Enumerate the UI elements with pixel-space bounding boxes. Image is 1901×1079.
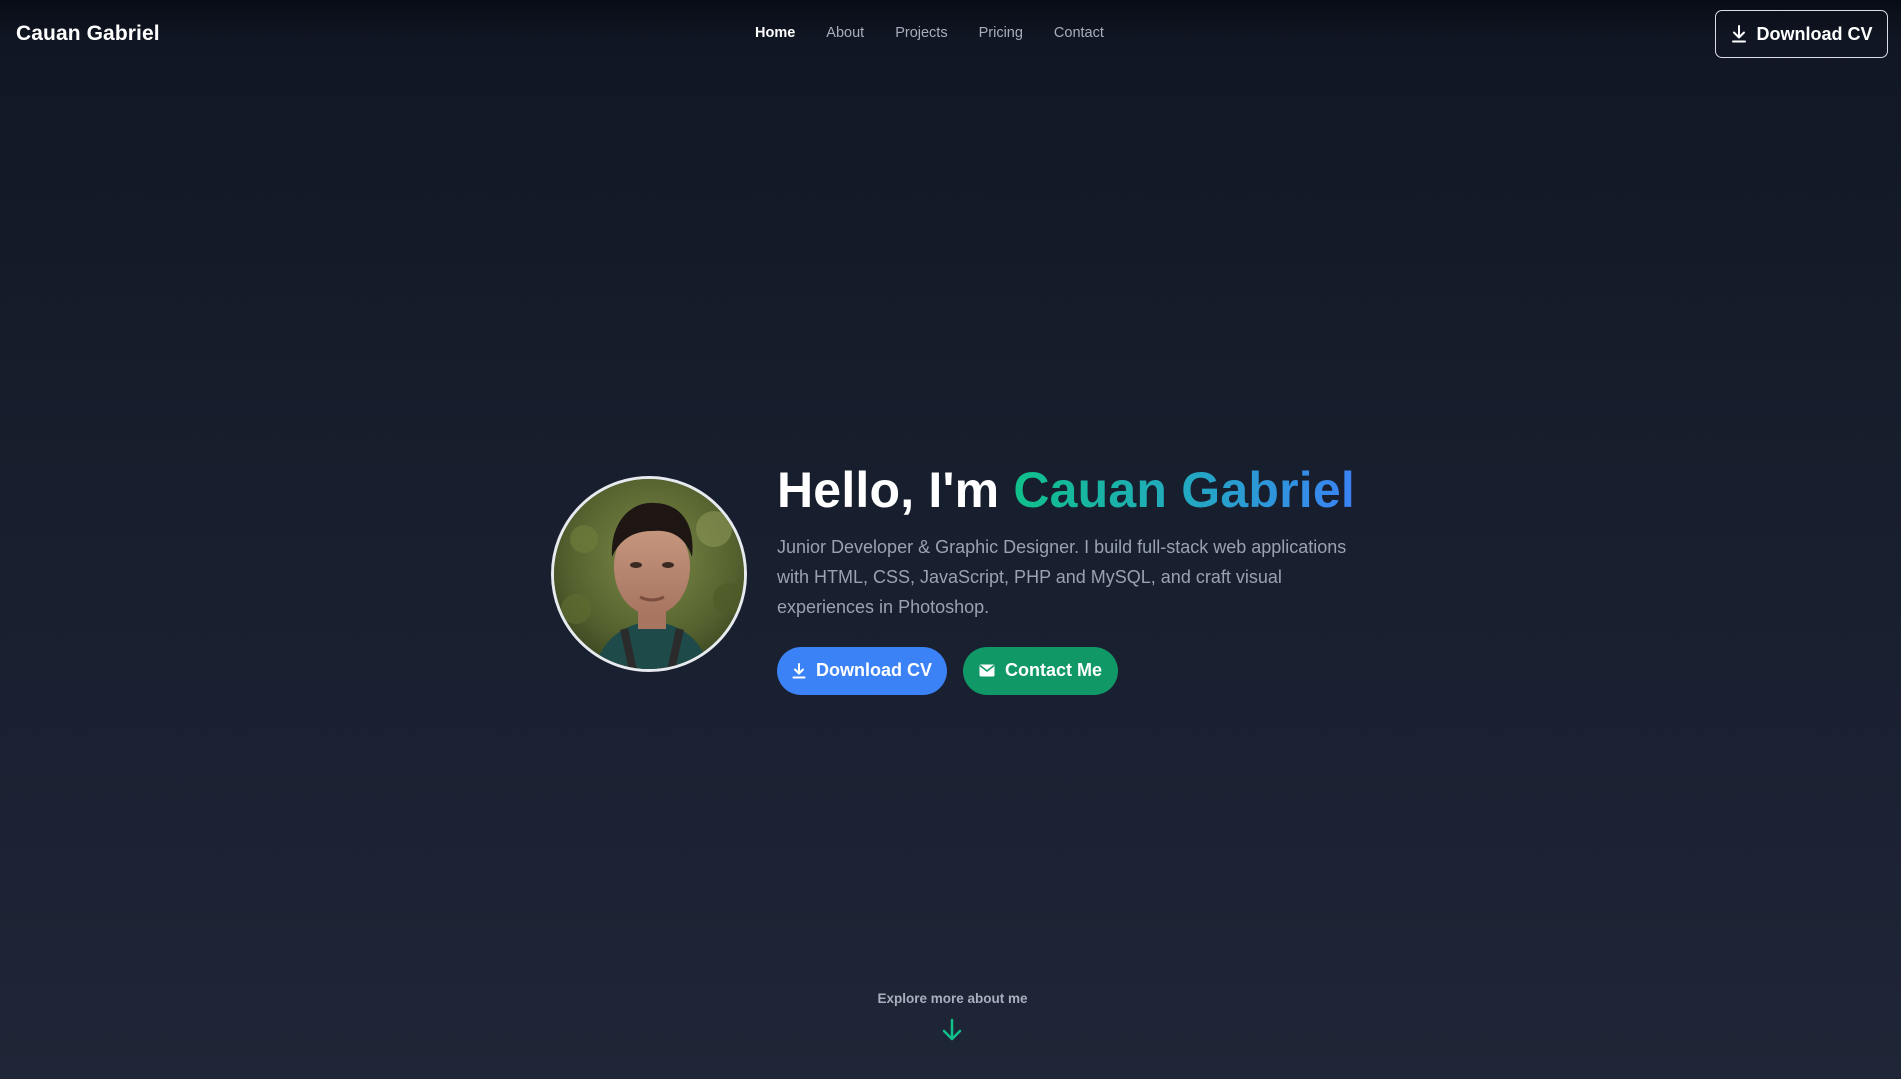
nav-link-projects[interactable]: Projects	[895, 25, 947, 41]
nav-link-home[interactable]: Home	[755, 25, 795, 41]
hero-description: Junior Developer & Graphic Designer. I b…	[777, 536, 1347, 617]
nav-link-pricing[interactable]: Pricing	[979, 25, 1023, 41]
brand-logo[interactable]: Cauan Gabriel	[16, 22, 160, 46]
download-icon	[1731, 25, 1747, 43]
hero-greeting: Hello, I'm	[777, 462, 1014, 518]
nav-link-contact[interactable]: Contact	[1054, 25, 1104, 41]
hero-buttons: Download CV Contact Me	[777, 646, 1377, 695]
explore-more-label[interactable]: Explore more about me	[0, 991, 1901, 1006]
nav-download-cv-label: Download CV	[1756, 23, 1873, 44]
mail-icon	[979, 664, 995, 677]
hero-name: Cauan Gabriel	[1013, 462, 1355, 518]
contact-me-label: Contact Me	[1004, 660, 1102, 680]
download-cv-button[interactable]: Download CV	[777, 646, 947, 695]
profile-avatar	[551, 476, 747, 672]
nav-download-cv-button[interactable]: Download CV	[1715, 10, 1888, 58]
hero-section: Hello, I'm Cauan Gabriel Junior Develope…	[551, 462, 1371, 702]
arrow-down-icon[interactable]	[941, 1018, 963, 1047]
nav-link-about[interactable]: About	[826, 25, 864, 41]
top-navbar: Cauan Gabriel Home About Projects Pricin…	[0, 0, 1901, 68]
hero-title: Hello, I'm Cauan Gabriel	[777, 462, 1377, 520]
hero-text: Hello, I'm Cauan Gabriel Junior Develope…	[777, 462, 1377, 695]
nav-links: Home About Projects Pricing Contact	[755, 25, 1135, 41]
contact-me-button[interactable]: Contact Me	[963, 646, 1118, 695]
download-icon	[792, 662, 806, 679]
download-cv-label: Download CV	[816, 660, 932, 680]
